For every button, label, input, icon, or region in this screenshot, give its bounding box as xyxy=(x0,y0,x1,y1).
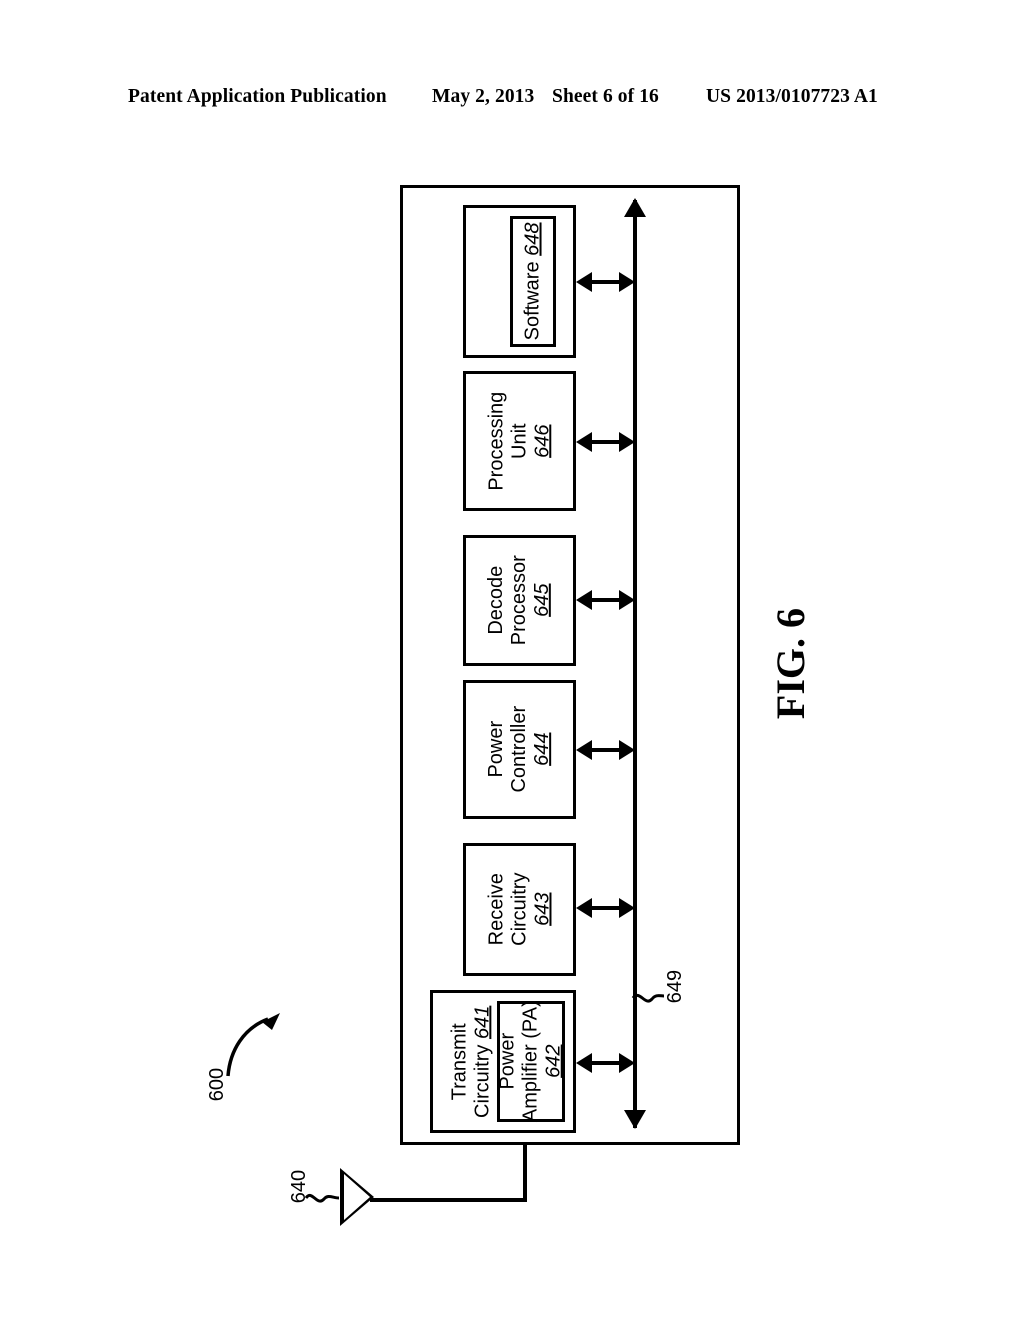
block-processing-unit-label: Processing Unit 646 xyxy=(485,391,553,491)
arrowhead-right-icon xyxy=(619,740,635,760)
arrowhead-right-icon xyxy=(619,590,635,610)
connector-transmit-circuitry-bus xyxy=(576,1053,635,1073)
block-software-label: Software 648 xyxy=(521,222,544,341)
block-power-amplifier: Power Amplifier (PA) 642 xyxy=(497,1001,565,1122)
connector-power-controller-bus xyxy=(576,740,635,760)
block-power-controller: Power Controller 644 xyxy=(463,680,576,819)
antenna-reference-640: 640 xyxy=(288,1169,311,1204)
antenna-ref-lead-line xyxy=(304,1193,340,1203)
system-ref-lead-line xyxy=(226,1013,280,1077)
block-decode-processor-label: Decode Processor 645 xyxy=(485,555,553,646)
antenna-icon-inner xyxy=(344,1174,370,1220)
block-processing-unit: Processing Unit 646 xyxy=(463,371,576,511)
arrowhead-right-icon xyxy=(619,432,635,452)
bus-reference-649: 649 xyxy=(664,969,687,1004)
arrowhead-right-icon xyxy=(619,898,635,918)
system-reference-600: 600 xyxy=(206,1067,229,1102)
figure-label: FIG. 6 xyxy=(768,607,814,720)
bus-arrowhead-top-icon xyxy=(624,198,646,217)
connector-receive-circuitry-bus xyxy=(576,898,635,918)
block-software: Software 648 xyxy=(510,216,556,347)
antenna-feed-drop xyxy=(523,1145,527,1202)
arrowhead-right-icon xyxy=(619,272,635,292)
block-transmit-circuitry-label: Transmit Circuitry 641 xyxy=(448,1005,493,1118)
block-decode-processor: Decode Processor 645 xyxy=(463,535,576,666)
block-receive-circuitry-label: Receive Circuitry 643 xyxy=(485,872,553,947)
connector-decode-processor-bus xyxy=(576,590,635,610)
connector-processing-unit-bus xyxy=(576,432,635,452)
bus-arrowhead-bottom-icon xyxy=(624,1110,646,1129)
arrowhead-right-icon xyxy=(619,1053,635,1073)
connector-memory-bus xyxy=(576,272,635,292)
antenna-feed-run xyxy=(370,1198,527,1202)
block-receive-circuitry: Receive Circuitry 643 xyxy=(463,843,576,976)
block-power-amplifier-label: Power Amplifier (PA) 642 xyxy=(496,1000,565,1123)
figure-6-diagram: Memory 647 Software 648 Processing Unit … xyxy=(0,0,1024,1320)
bus-ref-lead-line xyxy=(631,993,665,1003)
block-power-controller-label: Power Controller 644 xyxy=(485,706,553,793)
